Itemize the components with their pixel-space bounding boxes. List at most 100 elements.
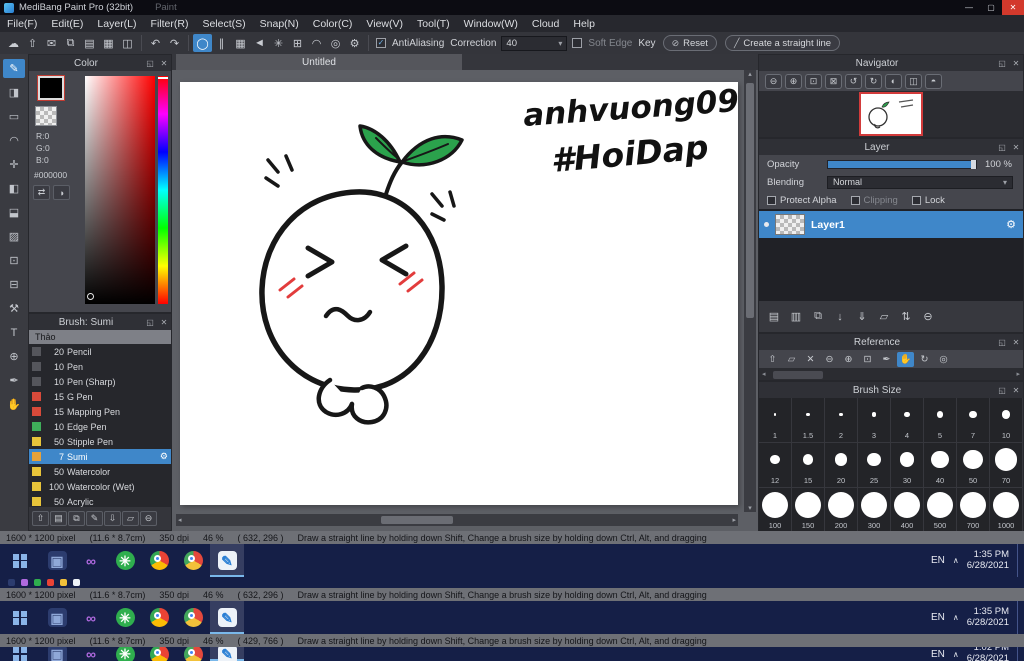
layer-visibility-icon[interactable] (764, 222, 769, 227)
brush-size-option[interactable]: 25 (858, 443, 891, 488)
visual-studio-icon[interactable]: ∞ (74, 544, 108, 577)
ref-close-icon[interactable]: ✕ (802, 352, 819, 367)
visual-studio-icon[interactable]: ∞ (74, 647, 108, 661)
brush-item[interactable]: 15 G Pen ⚙ (29, 389, 171, 404)
foreground-color-swatch[interactable] (37, 75, 65, 101)
popout-icon[interactable]: ◱ (995, 338, 1009, 347)
correction-dropdown[interactable]: 40 ▾ (501, 35, 568, 51)
brush-down-icon[interactable]: ⇩ (104, 511, 121, 526)
opacity-slider-handle[interactable] (971, 159, 976, 169)
brush-tool[interactable]: ✎ (3, 59, 25, 78)
scroll-up-icon[interactable]: ▴ (748, 70, 752, 78)
brush-size-option[interactable]: 70 (990, 443, 1023, 488)
close-icon[interactable]: ✕ (157, 59, 171, 68)
background-color-swatch[interactable] (35, 106, 57, 126)
popout-icon[interactable]: ◱ (143, 318, 157, 327)
new-folder-icon[interactable]: ▥ (786, 308, 806, 326)
popout-icon[interactable]: ◱ (995, 143, 1009, 152)
brush-item[interactable]: 50 Acrylic ⚙ (29, 494, 171, 507)
ref-rotate-icon[interactable]: ↻ (916, 352, 933, 367)
rotate-left-icon[interactable]: ↺ (845, 73, 862, 89)
menu-item[interactable]: Window(W) (457, 18, 525, 30)
ref-fit-icon[interactable]: ⊡ (859, 352, 876, 367)
close-icon[interactable]: ✕ (1009, 386, 1023, 395)
gear-icon[interactable]: ⚙ (160, 451, 168, 462)
snap-off-icon[interactable]: ◯ (193, 34, 212, 52)
undo-icon[interactable]: ↶ (146, 34, 165, 52)
menu-item[interactable]: Help (566, 18, 602, 30)
checkbox-icon[interactable] (911, 195, 921, 205)
brush-delete-icon[interactable]: ⊖ (140, 511, 157, 526)
tray-caret-icon[interactable]: ∧ (953, 613, 959, 622)
ref-hand-icon[interactable]: ✋ (897, 351, 914, 367)
color-swap-icon[interactable]: ⇄ (33, 185, 50, 200)
horizontal-scrollbar[interactable]: ◂ ▸ (176, 514, 738, 526)
menu-item[interactable]: Cloud (525, 18, 566, 30)
vertical-scrollbar[interactable]: ▴ ▾ (744, 70, 756, 512)
snap-settings-icon[interactable]: ⚙ (345, 34, 364, 52)
tray-caret-icon[interactable]: ∧ (953, 556, 959, 565)
layer-option[interactable]: Clipping (850, 195, 898, 206)
brush-size-option[interactable]: 400 (891, 488, 924, 533)
brush-size-option[interactable]: 1 (759, 398, 792, 443)
mail-app-icon[interactable]: ▣ (40, 544, 74, 577)
hue-slider[interactable] (158, 76, 168, 304)
ref-zoom-out-icon[interactable]: ⊖ (821, 352, 838, 367)
scroll-left-icon[interactable]: ◂ (762, 370, 766, 378)
snap-vanish-icon[interactable]: ◄ (250, 34, 269, 52)
brush-size-option[interactable]: 1000 (990, 488, 1023, 533)
chrome-beta-icon[interactable] (176, 544, 210, 577)
brush-up-icon[interactable]: ⇧ (32, 511, 49, 526)
brush-size-option[interactable]: 2 (825, 398, 858, 443)
layer-folder-icon[interactable]: ▱ (874, 308, 894, 326)
layer-option[interactable]: Lock (911, 195, 945, 206)
brush-size-option[interactable]: 500 (924, 488, 957, 533)
menu-item[interactable]: Filter(R) (144, 18, 196, 30)
merge-layer-icon[interactable]: ⇓ (852, 308, 872, 326)
menu-item[interactable]: Snap(N) (253, 18, 306, 30)
ref-eyedropper-icon[interactable]: ✒ (878, 352, 895, 367)
menu-item[interactable]: Color(C) (306, 18, 360, 30)
brush-item[interactable]: 10 Pen ⚙ (29, 359, 171, 374)
menu-item[interactable]: Tool(T) (410, 18, 457, 30)
brush-size-option[interactable]: 100 (759, 488, 792, 533)
bucket-tool[interactable]: ⬓ (3, 203, 25, 222)
start-button[interactable] (0, 601, 40, 634)
medibang-taskbar-icon[interactable]: ✎ (210, 647, 244, 661)
canvas-tab[interactable]: Untitled (176, 54, 462, 70)
popout-icon[interactable]: ◱ (995, 59, 1009, 68)
snap-radial-icon[interactable]: ✳ (269, 34, 288, 52)
start-button[interactable] (0, 544, 40, 577)
brush-size-option[interactable]: 200 (825, 488, 858, 533)
show-desktop-button[interactable] (1017, 544, 1021, 577)
layer-row[interactable]: Layer1 ⚙ (759, 211, 1023, 238)
transfer-layer-icon[interactable]: ↓ (830, 308, 850, 326)
medibang-taskbar-icon[interactable]: ✎ (210, 601, 244, 634)
hue-cursor[interactable] (158, 77, 168, 79)
show-desktop-button[interactable] (1017, 647, 1021, 661)
chrome-beta-icon[interactable] (176, 647, 210, 661)
checkbox-icon[interactable] (767, 195, 776, 205)
checkbox-icon[interactable] (850, 195, 860, 205)
start-button[interactable] (0, 647, 40, 661)
scroll-right-icon[interactable]: ▸ (732, 516, 736, 524)
export-icon[interactable]: ⇧ (23, 34, 42, 52)
antialiasing-checkbox[interactable]: ✓ (376, 38, 386, 48)
ref-zoom-in-icon[interactable]: ⊕ (840, 352, 857, 367)
menu-item[interactable]: Select(S) (195, 18, 252, 30)
new-layer-icon[interactable]: ▤ (764, 308, 784, 326)
select-rect-tool[interactable]: ▭ (3, 107, 25, 126)
brush-item[interactable]: 50 Stipple Pen ⚙ (29, 434, 171, 449)
ref-target-icon[interactable]: ◎ (935, 352, 952, 367)
menu-item[interactable]: Layer(L) (90, 18, 143, 30)
chrome-icon[interactable] (142, 647, 176, 661)
document-icon[interactable]: ▤ (80, 34, 99, 52)
gear-icon[interactable]: ⚙ (1006, 218, 1016, 231)
cloud-icon[interactable]: ☁ (4, 34, 23, 52)
ref-folder-icon[interactable]: ▱ (783, 352, 800, 367)
visual-studio-icon[interactable]: ∞ (74, 601, 108, 634)
hand-tool[interactable]: ✋ (3, 395, 25, 414)
layer-option[interactable]: Protect Alpha (767, 195, 837, 206)
soft-edge-checkbox[interactable] (572, 38, 583, 48)
brush-size-option[interactable]: 5 (924, 398, 957, 443)
